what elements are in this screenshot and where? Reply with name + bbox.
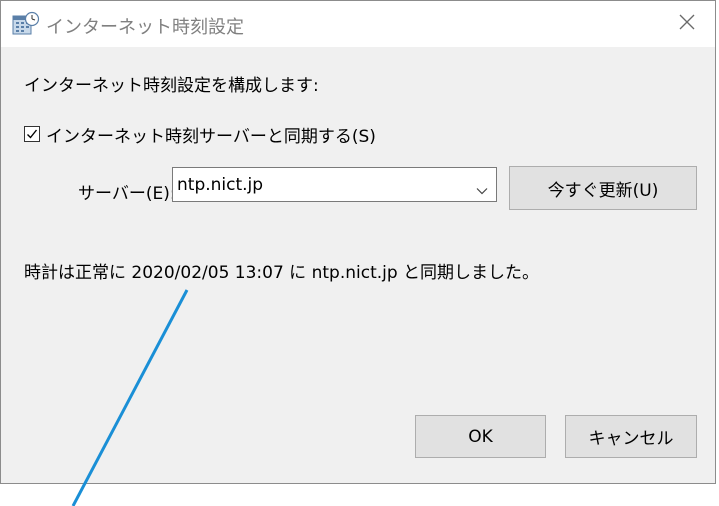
- server-value[interactable]: ntp.nict.jp: [177, 175, 263, 195]
- window-title: インターネット時刻設定: [46, 17, 244, 38]
- update-now-button[interactable]: 今すぐ更新(U): [509, 166, 697, 210]
- sync-checkbox[interactable]: [24, 126, 40, 142]
- sync-checkbox-label[interactable]: インターネット時刻サーバーと同期する(S): [46, 122, 376, 147]
- close-button[interactable]: [659, 1, 715, 47]
- chevron-down-icon[interactable]: [476, 180, 488, 195]
- sync-checkbox-row[interactable]: インターネット時刻サーバーと同期する(S): [24, 122, 376, 147]
- server-label: サーバー(E):: [78, 184, 176, 204]
- server-combobox[interactable]: ntp.nict.jp: [172, 167, 497, 202]
- sync-status-text: 時計は正常に 2020/02/05 13:07 に ntp.nict.jp と同…: [24, 263, 540, 283]
- configure-label: インターネット時刻設定を構成します:: [24, 76, 319, 96]
- cancel-button[interactable]: キャンセル: [565, 415, 697, 458]
- title-bar[interactable]: インターネット時刻設定: [1, 1, 715, 47]
- checkmark-icon: [27, 129, 38, 139]
- dialog-window: インターネット時刻設定 インターネット時刻設定を構成します: インターネット時刻…: [0, 0, 716, 484]
- close-icon: [679, 14, 695, 34]
- calendar-clock-icon: [12, 11, 40, 37]
- ok-button[interactable]: OK: [415, 415, 546, 458]
